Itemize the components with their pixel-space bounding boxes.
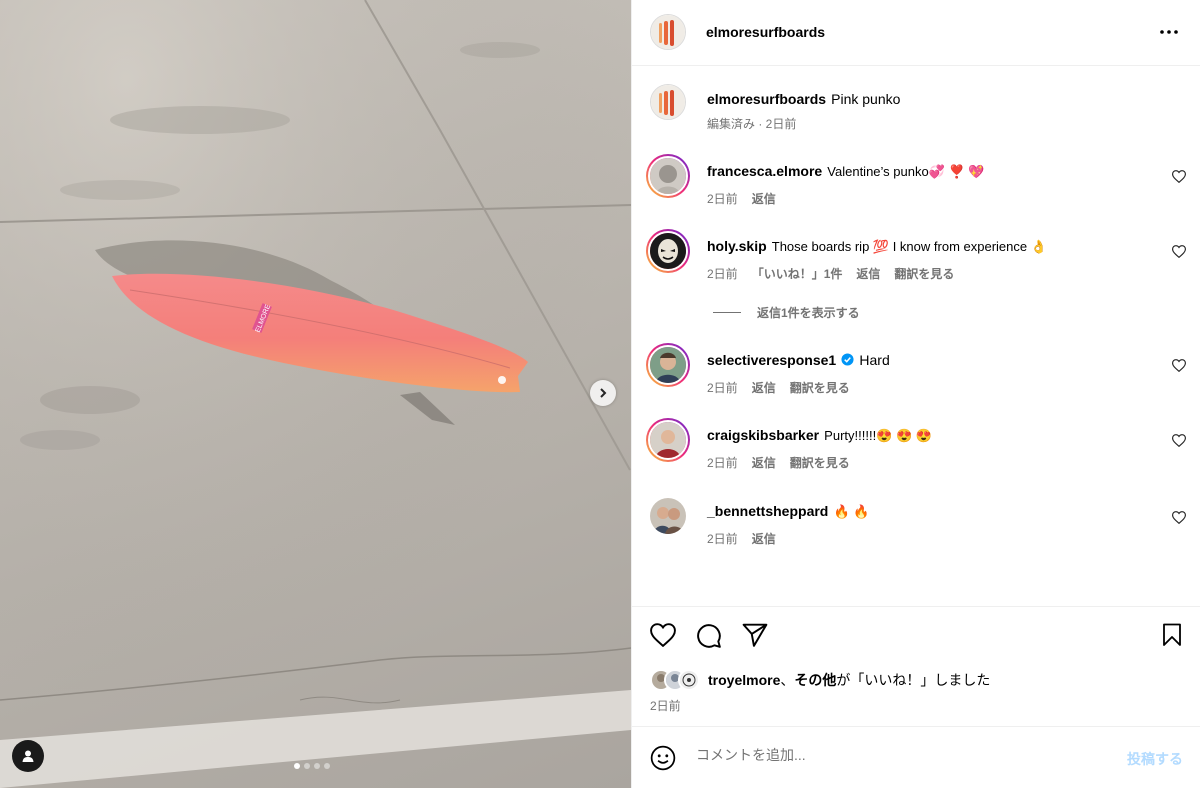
- reply-button[interactable]: 返信: [752, 381, 776, 395]
- likes-summary: troyelmore、その他が「いいね！」しました: [708, 670, 990, 690]
- reply-button[interactable]: 返信: [752, 456, 776, 470]
- comment-username[interactable]: _bennettsheppard: [707, 503, 828, 519]
- liker-avatar[interactable]: [678, 669, 700, 691]
- caption-meta: 編集済み · 2日前: [707, 117, 797, 131]
- commenter-avatar[interactable]: [646, 229, 690, 273]
- caption-text: Pink punko: [831, 91, 901, 107]
- post-media[interactable]: ELMORE: [0, 0, 631, 788]
- comment-username[interactable]: holy.skip: [707, 238, 767, 254]
- translate-button[interactable]: 翻訳を見る: [894, 267, 954, 281]
- comment-composer: 投稿する: [632, 726, 1200, 788]
- reply-button[interactable]: 返信: [752, 192, 776, 206]
- comment-icon: [697, 624, 721, 648]
- author-avatar[interactable]: [650, 14, 686, 50]
- share-button[interactable]: [742, 623, 768, 651]
- comment-username[interactable]: selectiveresponse1: [707, 352, 836, 368]
- caption-username[interactable]: elmoresurfboards: [707, 91, 826, 107]
- commenter-avatar[interactable]: [646, 418, 690, 462]
- carousel-dot: [304, 763, 310, 769]
- comment-input[interactable]: [696, 747, 1096, 763]
- translate-button[interactable]: 翻訳を見る: [790, 381, 850, 395]
- replies-divider: [713, 312, 741, 313]
- emoji-icon: [650, 745, 676, 771]
- likes-suffix: が「いいね！」しました: [836, 672, 991, 688]
- comment-time[interactable]: 2日前: [707, 192, 738, 206]
- carousel-dot: [294, 763, 300, 769]
- paper-plane-icon: [742, 623, 768, 647]
- commenter-avatar[interactable]: [646, 154, 690, 198]
- comment-like-button[interactable]: [1171, 168, 1187, 187]
- more-options-button[interactable]: [1159, 24, 1179, 44]
- post-header: elmoresurfboards: [632, 0, 1200, 66]
- user-icon: [22, 750, 34, 762]
- chevron-right-icon: [600, 388, 607, 398]
- carousel-dot: [324, 763, 330, 769]
- view-replies-label[interactable]: 返信1件を表示する: [757, 304, 860, 321]
- liker-username[interactable]: troyelmore: [708, 672, 780, 688]
- post-detail-panel: elmoresurfboards elmoresurfboards Pink p…: [631, 0, 1200, 788]
- emoji-button[interactable]: [650, 745, 676, 775]
- heart-icon: [1171, 245, 1187, 259]
- heart-icon: [1171, 434, 1187, 448]
- comment-username[interactable]: craigskibsbarker: [707, 427, 819, 443]
- heart-icon: [650, 623, 676, 648]
- reply-button[interactable]: 返信: [856, 267, 880, 281]
- commenter-avatar[interactable]: [646, 343, 690, 387]
- likes-others-link[interactable]: その他: [794, 672, 836, 688]
- comment-like-button[interactable]: [1171, 432, 1187, 451]
- comment-like-button[interactable]: [1171, 357, 1187, 376]
- comment-time[interactable]: 2日前: [707, 532, 738, 546]
- author-avatar[interactable]: [650, 84, 686, 120]
- view-replies-button[interactable]: 返信1件を表示する: [713, 304, 860, 321]
- save-button[interactable]: [1161, 623, 1183, 651]
- more-horizontal-icon: [1160, 30, 1178, 34]
- comment-text: Hard: [859, 352, 890, 368]
- tagged-users-button[interactable]: [12, 740, 44, 772]
- verified-badge-icon: [841, 353, 854, 366]
- heart-icon: [1171, 359, 1187, 373]
- comment-username[interactable]: francesca.elmore: [707, 163, 822, 179]
- comment-time[interactable]: 2日前: [707, 381, 738, 395]
- post-date[interactable]: 2日前: [650, 697, 681, 714]
- comment-likes-count[interactable]: 「いいね！」1件: [752, 267, 843, 281]
- carousel-next-button[interactable]: [590, 380, 616, 406]
- translate-button[interactable]: 翻訳を見る: [790, 456, 850, 470]
- bookmark-icon: [1163, 623, 1181, 646]
- carousel-dot: [314, 763, 320, 769]
- comment-text: 🔥 🔥: [833, 504, 870, 519]
- post-photo: ELMORE: [0, 0, 631, 788]
- heart-icon: [1171, 511, 1187, 525]
- heart-icon: [1171, 170, 1187, 184]
- commenter-avatar[interactable]: [650, 498, 686, 534]
- likes-separator: 、: [780, 672, 795, 688]
- comment-button[interactable]: [696, 623, 722, 653]
- comment-text: Those boards rip 💯 I know from experienc…: [771, 239, 1047, 254]
- reply-button[interactable]: 返信: [752, 532, 776, 546]
- comment-text: Purty!!!!!!😍 😍 😍: [824, 428, 932, 443]
- comment-like-button[interactable]: [1171, 509, 1187, 528]
- post-comment-button[interactable]: 投稿する: [1127, 749, 1183, 769]
- header-username[interactable]: elmoresurfboards: [706, 24, 825, 40]
- comment-time[interactable]: 2日前: [707, 267, 738, 281]
- comment-like-button[interactable]: [1171, 243, 1187, 262]
- like-button[interactable]: [650, 623, 676, 651]
- comment-text: Valentine’s punko💞 ❣️ 💖: [827, 164, 985, 179]
- post-actions: troyelmore、その他が「いいね！」しました 2日前: [632, 606, 1200, 726]
- liked-by: troyelmore、その他が「いいね！」しました: [650, 669, 990, 691]
- carousel-indicator: [294, 763, 330, 769]
- comment-time[interactable]: 2日前: [707, 456, 738, 470]
